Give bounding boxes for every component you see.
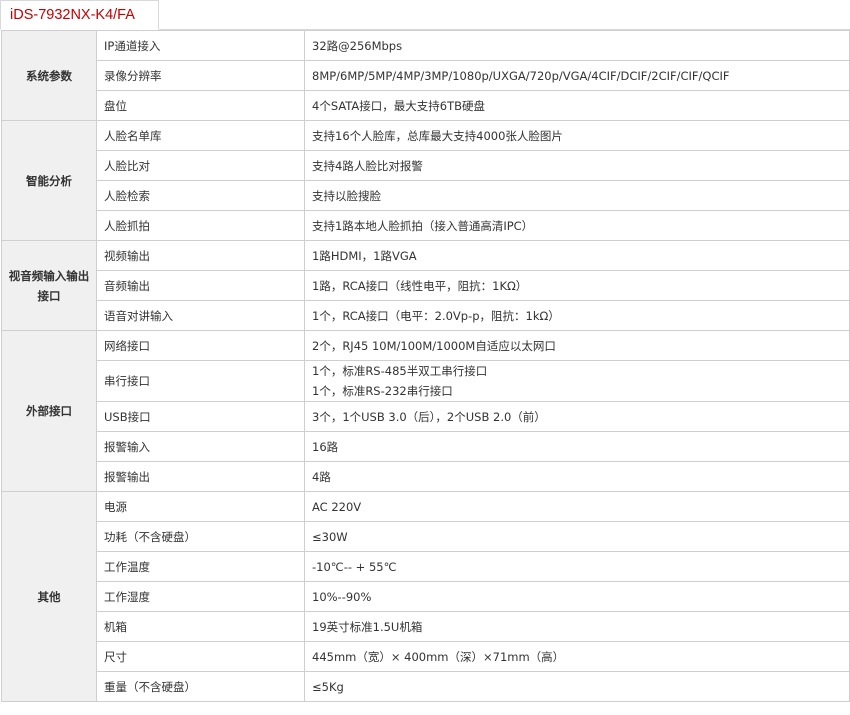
spec-value: 支持1路本地人脸抓拍（接入普通高清IPC） — [304, 210, 850, 241]
spec-label: 录像分辨率 — [96, 60, 305, 91]
spec-value: 支持16个人脸库，总库最大支持4000张人脸图片 — [304, 120, 850, 151]
spec-row: 其他 电源 AC 220V — [1, 491, 850, 702]
spec-label: 人脸名单库 — [96, 120, 305, 151]
spec-value-line: 1个，标准RS-232串行接口 — [312, 384, 453, 398]
spec-label: 工作湿度 — [96, 581, 305, 612]
spec-row: 视音频输入输出接口 视频输出 1路HDMI，1路VGA — [1, 240, 850, 331]
spec-value-line: ≤30W — [312, 529, 348, 544]
spec-label: 网络接口 — [96, 330, 305, 361]
spec-value-line: 1路HDMI，1路VGA — [312, 248, 417, 263]
spec-value-line: 10%--90% — [312, 589, 372, 604]
spec-value: 10%--90% — [304, 581, 850, 612]
spec-row: 尺寸 445mm（宽）× 400mm（深）×71mm（高） — [2, 641, 850, 672]
spec-value: AC 220V — [304, 491, 850, 522]
spec-label: 人脸检索 — [96, 180, 305, 211]
spec-value: 4路 — [304, 461, 850, 492]
group-title: 其他 — [1, 491, 97, 702]
spec-value-line: 4个SATA接口，最大支持6TB硬盘 — [312, 98, 486, 113]
spec-row: 音频输出 1路，RCA接口（线性电平，阻抗：1KΩ） — [2, 270, 850, 301]
spec-label: 视频输出 — [96, 240, 305, 271]
spec-label: 工作温度 — [96, 551, 305, 582]
spec-value-line: ≤5Kg — [312, 679, 344, 694]
spec-label: 盘位 — [96, 90, 305, 121]
spec-value-line: 4路 — [312, 469, 331, 484]
spec-value: 支持以脸搜脸 — [304, 180, 850, 211]
spec-row: 人脸抓拍 支持1路本地人脸抓拍（接入普通高清IPC） — [2, 210, 850, 241]
spec-row: 智能分析 人脸名单库 支持16个人脸库，总库最大支持4000张人脸图片 — [1, 120, 850, 241]
spec-label: 重量（不含硬盘） — [96, 671, 305, 702]
spec-table: 系统参数 IP通道接入 32路@256Mbps 录像分辨率 8MP/6MP/5MP/4M… — [1, 30, 850, 702]
spec-value: 8MP/6MP/5MP/4MP/3MP/1080p/UXGA/720p/VGA/… — [304, 60, 850, 91]
group-title: 视音频输入输出接口 — [1, 240, 97, 331]
spec-row: 报警输入 16路 — [2, 431, 850, 462]
spec-row: 人脸比对 支持4路人脸比对报警 — [2, 150, 850, 181]
spec-row: 报警输出 4路 — [2, 461, 850, 492]
spec-label: 报警输入 — [96, 431, 305, 462]
spec-value-line: 1路，RCA接口（线性电平，阻抗：1KΩ） — [312, 278, 528, 293]
spec-value-line: 8MP/6MP/5MP/4MP/3MP/1080p/UXGA/720p/VGA/… — [312, 68, 730, 83]
spec-value-line: 1个，RCA接口（电平：2.0Vp-p，阻抗：1kΩ） — [312, 308, 560, 323]
spec-value: ≤30W — [304, 521, 850, 552]
spec-label: 人脸比对 — [96, 150, 305, 181]
spec-value-line: AC 220V — [312, 499, 362, 514]
spec-label: 报警输出 — [96, 461, 305, 492]
spec-table-body: 系统参数 IP通道接入 32路@256Mbps 录像分辨率 8MP/6MP/5MP/4M… — [1, 30, 850, 702]
spec-value-line: 16路 — [312, 439, 339, 454]
spec-row: 外部接口 网络接口 2个，RJ45 10M/100M/1000M自适应以太网口 — [1, 330, 850, 492]
spec-value-line: 支持4路人脸比对报警 — [312, 158, 423, 173]
spec-label: IP通道接入 — [96, 30, 305, 61]
spec-label: 人脸抓拍 — [96, 210, 305, 241]
group-title: 外部接口 — [1, 330, 97, 492]
spec-label: USB接口 — [96, 401, 305, 432]
spec-label: 功耗（不含硬盘） — [96, 521, 305, 552]
spec-value: 1个，标准RS-485半双工串行接口 1个，标准RS-232串行接口 — [304, 360, 850, 402]
spec-value: 32路@256Mbps — [304, 30, 850, 61]
spec-value: 16路 — [304, 431, 850, 462]
tab-model[interactable]: iDS-7932NX-K4/FA — [0, 0, 159, 30]
spec-row: 录像分辨率 8MP/6MP/5MP/4MP/3MP/1080p/UXGA/720p… — [2, 60, 850, 91]
group-title: 系统参数 — [1, 30, 97, 121]
spec-row: 盘位 4个SATA接口，最大支持6TB硬盘 — [2, 90, 850, 121]
spec-value-line: 支持1路本地人脸抓拍（接入普通高清IPC） — [312, 218, 534, 233]
spec-row: USB接口 3个，1个USB 3.0（后），2个USB 2.0（前） — [2, 401, 850, 432]
spec-value-line: 1个，标准RS-485半双工串行接口 — [312, 364, 488, 378]
spec-row: 工作温度 -10℃-- + 55℃ — [2, 551, 850, 582]
spec-value-line: -10℃-- + 55℃ — [312, 559, 397, 574]
spec-label: 机箱 — [96, 611, 305, 642]
spec-value: 19英寸标准1.5U机箱 — [304, 611, 850, 642]
spec-label: 尺寸 — [96, 641, 305, 672]
spec-value: 1路HDMI，1路VGA — [304, 240, 850, 271]
spec-label: 音频输出 — [96, 270, 305, 301]
spec-label: 串行接口 — [96, 360, 305, 402]
spec-label: 语音对讲输入 — [96, 300, 305, 331]
spec-row: 重量（不含硬盘） ≤5Kg — [2, 671, 850, 702]
spec-value: 支持4路人脸比对报警 — [304, 150, 850, 181]
group-title: 智能分析 — [1, 120, 97, 241]
spec-row: 串行接口 1个，标准RS-485半双工串行接口 1个，标准RS-232串行接口 — [2, 360, 850, 402]
spec-value-line: 445mm（宽）× 400mm（深）×71mm（高） — [312, 649, 565, 664]
spec-value-line: 2个，RJ45 10M/100M/1000M自适应以太网口 — [312, 338, 556, 353]
spec-row: 机箱 19英寸标准1.5U机箱 — [2, 611, 850, 642]
spec-value-line: 支持以脸搜脸 — [312, 188, 381, 203]
spec-label: 电源 — [96, 491, 305, 522]
tab-bar: iDS-7932NX-K4/FA — [0, 0, 850, 30]
spec-value-line: 32路@256Mbps — [312, 38, 403, 53]
spec-value: 3个，1个USB 3.0（后），2个USB 2.0（前） — [304, 401, 850, 432]
spec-value: -10℃-- + 55℃ — [304, 551, 850, 582]
spec-value-line: 19英寸标准1.5U机箱 — [312, 619, 423, 634]
spec-value-line: 3个，1个USB 3.0（后），2个USB 2.0（前） — [312, 409, 546, 424]
spec-row: 工作湿度 10%--90% — [2, 581, 850, 612]
spec-value: 1路，RCA接口（线性电平，阻抗：1KΩ） — [304, 270, 850, 301]
spec-value-line: 支持16个人脸库，总库最大支持4000张人脸图片 — [312, 128, 563, 143]
spec-value: 2个，RJ45 10M/100M/1000M自适应以太网口 — [304, 330, 850, 361]
spec-row: 系统参数 IP通道接入 32路@256Mbps — [1, 30, 850, 121]
spec-value: 4个SATA接口，最大支持6TB硬盘 — [304, 90, 850, 121]
spec-row: 人脸检索 支持以脸搜脸 — [2, 180, 850, 211]
spec-row: 语音对讲输入 1个，RCA接口（电平：2.0Vp-p，阻抗：1kΩ） — [2, 300, 850, 331]
spec-row: 功耗（不含硬盘） ≤30W — [2, 521, 850, 552]
spec-value: 445mm（宽）× 400mm（深）×71mm（高） — [304, 641, 850, 672]
spec-value: ≤5Kg — [304, 671, 850, 702]
spec-value: 1个，RCA接口（电平：2.0Vp-p，阻抗：1kΩ） — [304, 300, 850, 331]
